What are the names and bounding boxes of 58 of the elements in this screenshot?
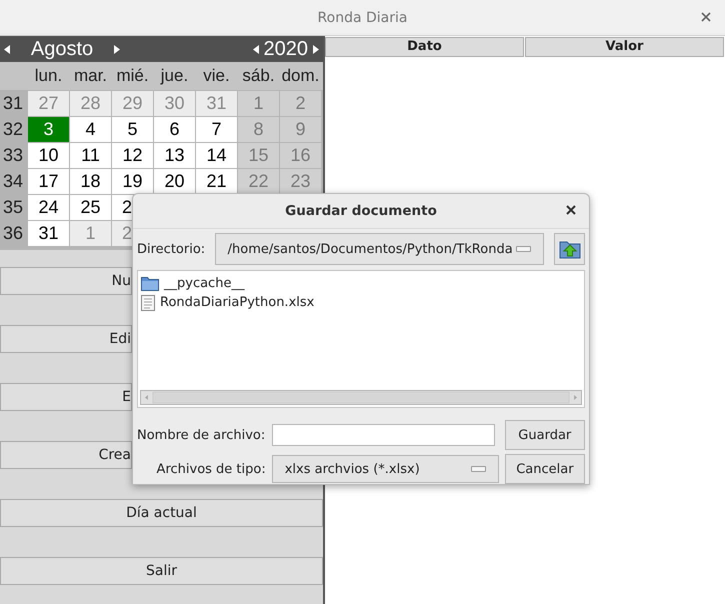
save-button[interactable]: Guardar — [504, 420, 585, 450]
filename-field[interactable] — [272, 424, 495, 446]
action-button[interactable]: Salir — [0, 557, 323, 585]
directory-dropdown[interactable]: /home/santos/Documentos/Python/TkRonda — [214, 233, 544, 266]
calendar-day[interactable]: 31 — [28, 221, 69, 246]
weekday-label: lun. — [34, 66, 64, 86]
calendar-day[interactable]: 19 — [112, 169, 153, 194]
column-header[interactable]: Valor — [525, 37, 724, 57]
window-title: Ronda Diaria — [318, 10, 408, 26]
folder-up-button[interactable] — [554, 233, 585, 266]
calendar-day[interactable]: 4 — [70, 117, 111, 142]
left-arrow-icon[interactable] — [4, 44, 11, 54]
weekday-label: jue. — [159, 66, 190, 86]
weekday-label: vie. — [202, 66, 231, 86]
calendar-day[interactable]: 6 — [154, 117, 195, 142]
calendar-day[interactable]: 11 — [70, 143, 111, 168]
calendar-day[interactable]: 13 — [154, 143, 195, 168]
calendar-day[interactable]: 5 — [112, 117, 153, 142]
calendar-day[interactable]: 24 — [28, 195, 69, 220]
calendar-day[interactable]: 2 — [112, 195, 133, 220]
right-arrow-icon[interactable] — [113, 44, 120, 54]
calendar-day[interactable]: 17 — [28, 169, 69, 194]
horizontal-scrollbar[interactable] — [140, 390, 582, 405]
action-button[interactable]: Nu — [0, 267, 132, 295]
calendar-day[interactable]: 14 — [196, 143, 237, 168]
file-type-dropdown[interactable]: xlxs archvios (*.xlsx) — [272, 455, 499, 483]
calendar-day[interactable]: 18 — [70, 169, 111, 194]
calendar-day[interactable]: 3 — [28, 117, 69, 142]
directory-label: Directorio: — [137, 242, 206, 257]
action-button[interactable]: Edi — [0, 325, 132, 353]
file-list-item[interactable]: __pycache__ — [164, 276, 244, 292]
folder-up-arrow-icon — [558, 239, 581, 260]
action-button[interactable]: E — [0, 383, 132, 411]
action-button[interactable]: Día actual — [0, 499, 323, 527]
calendar-day[interactable]: 10 — [28, 143, 69, 168]
close-icon[interactable] — [699, 10, 713, 24]
right-arrow-icon[interactable] — [312, 44, 319, 54]
calendar-day[interactable]: 25 — [70, 195, 111, 220]
month-label: Agosto — [30, 38, 94, 60]
filename-label: Nombre de archivo: — [137, 428, 266, 442]
folder-icon — [141, 276, 159, 292]
left-arrow-icon[interactable] — [252, 44, 260, 54]
calendar-day[interactable]: 21 — [196, 169, 237, 194]
column-header[interactable]: Dato — [325, 37, 524, 57]
calendar-day[interactable]: 7 — [196, 117, 237, 142]
calendar-day[interactable]: 12 — [112, 143, 153, 168]
year-label: 2020 — [264, 38, 308, 60]
weekday-label: dom. — [280, 66, 320, 86]
file-type-label: Archivos de tipo: — [156, 462, 266, 476]
weekday-label: sáb. — [241, 66, 276, 86]
action-button[interactable]: Crea — [0, 441, 132, 469]
weekday-label: mié. — [115, 66, 150, 86]
dialog-title: Guardar documento — [285, 203, 437, 220]
document-icon — [141, 294, 155, 311]
file-list-item[interactable]: RondaDiariaPython.xlsx — [160, 295, 314, 310]
cancel-button[interactable]: Cancelar — [504, 454, 585, 484]
weekday-label: mar. — [72, 66, 108, 86]
calendar-day[interactable]: 20 — [154, 169, 195, 194]
